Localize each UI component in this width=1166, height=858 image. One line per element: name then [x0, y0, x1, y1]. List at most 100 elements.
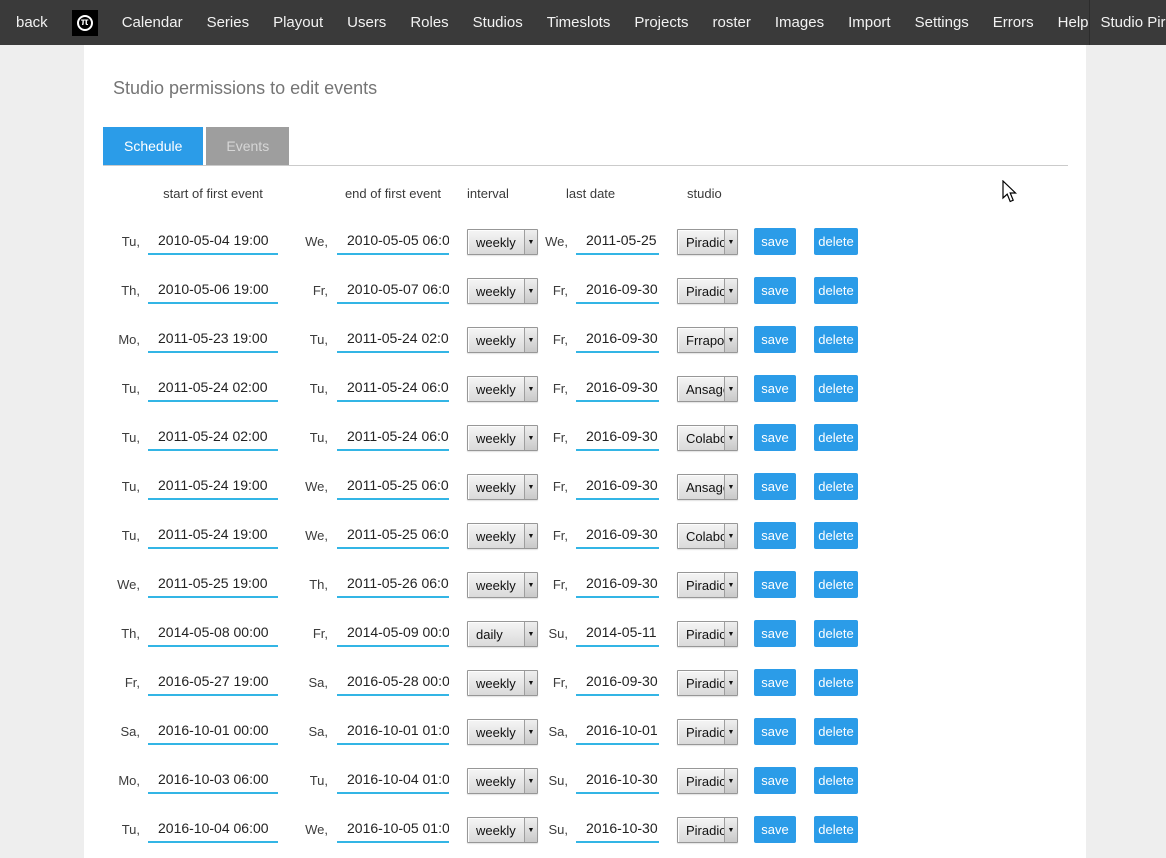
last-date-input[interactable] [576, 229, 659, 255]
end-datetime-input[interactable] [337, 768, 449, 794]
studio-select[interactable]: Colabo ▼ [677, 425, 738, 451]
interval-select[interactable]: weekly ▼ [467, 376, 538, 402]
save-button[interactable]: save [754, 522, 796, 549]
last-date-input[interactable] [576, 376, 659, 402]
nav-item-users[interactable]: Users [347, 14, 386, 31]
start-datetime-input[interactable] [148, 719, 278, 745]
save-button[interactable]: save [754, 767, 796, 794]
start-datetime-input[interactable] [148, 572, 278, 598]
start-datetime-input[interactable] [148, 768, 278, 794]
start-datetime-input[interactable] [148, 278, 278, 304]
save-button[interactable]: save [754, 669, 796, 696]
save-button[interactable]: save [754, 620, 796, 647]
nav-item-roster[interactable]: roster [713, 14, 751, 31]
interval-select[interactable]: weekly ▼ [467, 229, 538, 255]
tab-events[interactable]: Events [206, 127, 289, 165]
delete-button[interactable]: delete [814, 375, 858, 402]
studio-select[interactable]: Piradio ▼ [677, 572, 738, 598]
last-date-input[interactable] [576, 670, 659, 696]
start-datetime-input[interactable] [148, 376, 278, 402]
nav-item-import[interactable]: Import [848, 14, 891, 31]
end-datetime-input[interactable] [337, 425, 449, 451]
end-datetime-input[interactable] [337, 719, 449, 745]
end-datetime-input[interactable] [337, 474, 449, 500]
interval-select[interactable]: weekly ▼ [467, 670, 538, 696]
nav-item-projects[interactable]: Projects [634, 14, 688, 31]
save-button[interactable]: save [754, 718, 796, 745]
last-date-input[interactable] [576, 768, 659, 794]
interval-select[interactable]: weekly ▼ [467, 425, 538, 451]
delete-button[interactable]: delete [814, 571, 858, 598]
delete-button[interactable]: delete [814, 669, 858, 696]
nav-item-series[interactable]: Series [207, 14, 250, 31]
nav-item-timeslots[interactable]: Timeslots [547, 14, 611, 31]
end-datetime-input[interactable] [337, 621, 449, 647]
interval-select[interactable]: weekly ▼ [467, 278, 538, 304]
nav-item-help[interactable]: Help [1058, 14, 1089, 31]
nav-back[interactable]: back [16, 14, 48, 31]
last-date-input[interactable] [576, 474, 659, 500]
nav-item-errors[interactable]: Errors [993, 14, 1034, 31]
app-logo[interactable]: π [72, 10, 98, 36]
interval-select[interactable]: weekly ▼ [467, 719, 538, 745]
save-button[interactable]: save [754, 816, 796, 843]
save-button[interactable]: save [754, 326, 796, 353]
delete-button[interactable]: delete [814, 522, 858, 549]
end-datetime-input[interactable] [337, 523, 449, 549]
end-datetime-input[interactable] [337, 572, 449, 598]
save-button[interactable]: save [754, 424, 796, 451]
start-datetime-input[interactable] [148, 425, 278, 451]
studio-select[interactable]: Frrapo ▼ [677, 327, 738, 353]
save-button[interactable]: save [754, 571, 796, 598]
studio-select[interactable]: Ansage ▼ [677, 474, 738, 500]
end-datetime-input[interactable] [337, 376, 449, 402]
last-date-input[interactable] [576, 719, 659, 745]
save-button[interactable]: save [754, 473, 796, 500]
end-datetime-input[interactable] [337, 817, 449, 843]
studio-select[interactable]: Piradio ▼ [677, 817, 738, 843]
nav-item-playout[interactable]: Playout [273, 14, 323, 31]
last-date-input[interactable] [576, 425, 659, 451]
last-date-input[interactable] [576, 523, 659, 549]
studio-select[interactable]: Piradio ▼ [677, 229, 738, 255]
delete-button[interactable]: delete [814, 816, 858, 843]
start-datetime-input[interactable] [148, 670, 278, 696]
nav-item-studios[interactable]: Studios [473, 14, 523, 31]
delete-button[interactable]: delete [814, 473, 858, 500]
interval-select[interactable]: weekly ▼ [467, 327, 538, 353]
last-date-input[interactable] [576, 817, 659, 843]
studio-select[interactable]: Piradio ▼ [677, 719, 738, 745]
delete-button[interactable]: delete [814, 277, 858, 304]
last-date-input[interactable] [576, 621, 659, 647]
delete-button[interactable]: delete [814, 228, 858, 255]
last-date-input[interactable] [576, 327, 659, 353]
interval-select[interactable]: daily ▼ [467, 621, 538, 647]
interval-select[interactable]: weekly ▼ [467, 523, 538, 549]
start-datetime-input[interactable] [148, 817, 278, 843]
last-date-input[interactable] [576, 572, 659, 598]
interval-select[interactable]: weekly ▼ [467, 768, 538, 794]
nav-item-images[interactable]: Images [775, 14, 824, 31]
delete-button[interactable]: delete [814, 620, 858, 647]
start-datetime-input[interactable] [148, 523, 278, 549]
interval-select[interactable]: weekly ▼ [467, 572, 538, 598]
studio-select[interactable]: Piradio ▼ [677, 670, 738, 696]
end-datetime-input[interactable] [337, 670, 449, 696]
studio-select[interactable]: Piradio ▼ [677, 768, 738, 794]
interval-select[interactable]: weekly ▼ [467, 817, 538, 843]
delete-button[interactable]: delete [814, 718, 858, 745]
end-datetime-input[interactable] [337, 327, 449, 353]
save-button[interactable]: save [754, 277, 796, 304]
nav-item-roles[interactable]: Roles [410, 14, 448, 31]
nav-item-settings[interactable]: Settings [915, 14, 969, 31]
save-button[interactable]: save [754, 228, 796, 255]
studio-select[interactable]: Ansage ▼ [677, 376, 738, 402]
nav-item-calendar[interactable]: Calendar [122, 14, 183, 31]
start-datetime-input[interactable] [148, 621, 278, 647]
delete-button[interactable]: delete [814, 767, 858, 794]
tab-schedule[interactable]: Schedule [103, 127, 203, 165]
interval-select[interactable]: weekly ▼ [467, 474, 538, 500]
start-datetime-input[interactable] [148, 229, 278, 255]
studio-select[interactable]: Piradio ▼ [677, 621, 738, 647]
studio-switcher[interactable]: Studio Piradio ▼ [1090, 0, 1166, 45]
